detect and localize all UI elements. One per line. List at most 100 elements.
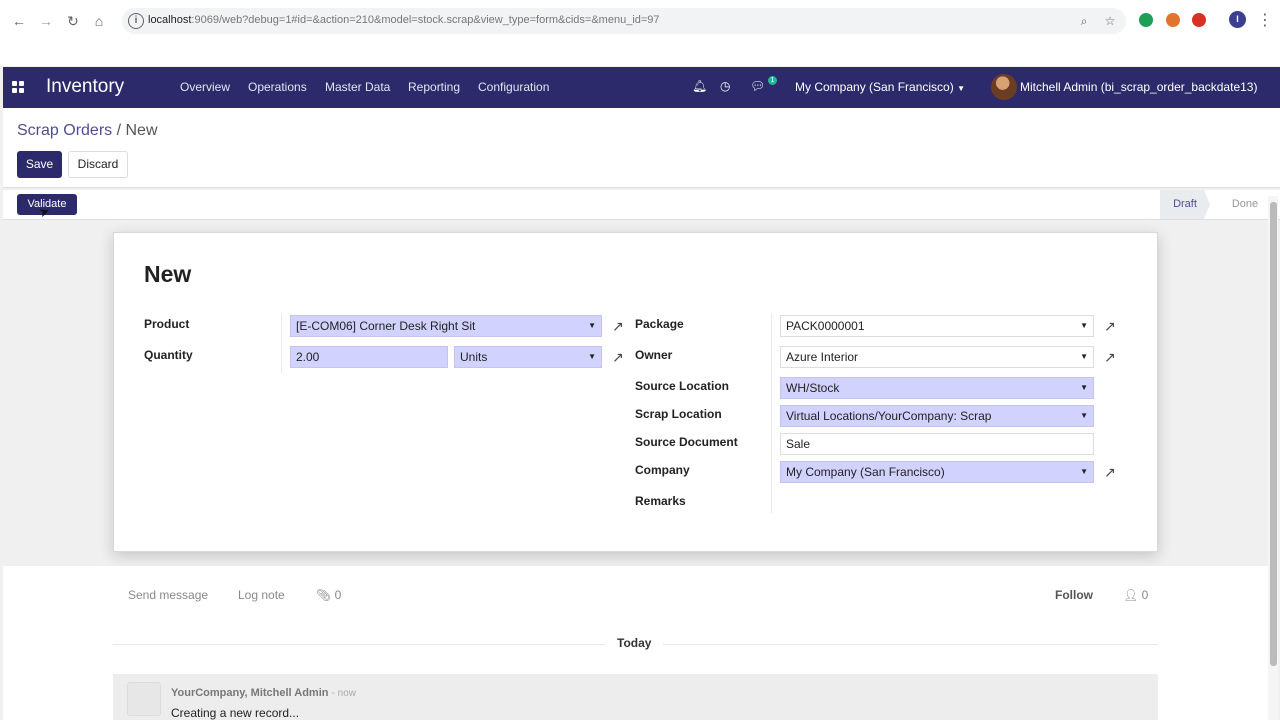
uom-select[interactable]: Units ▼ [454,346,602,368]
forward-arrow-icon[interactable]: → [37,12,55,30]
record-title: New [144,261,192,287]
remarks-input[interactable] [780,491,1094,513]
browser-menu-icon[interactable]: ⋮ [1256,12,1274,30]
chatter-message: YourCompany, Mitchell Admin - now Creati… [113,674,1158,720]
owner-select[interactable]: Azure Interior ▼ [780,346,1094,368]
stage-draft[interactable]: Draft [1160,190,1210,219]
bell-icon[interactable]: 🔔︎ [692,79,707,93]
menu-overview[interactable]: Overview [180,80,230,94]
package-value: PACK0000001 [786,319,865,333]
send-message-button[interactable]: Send message [128,588,208,602]
form-statusbar: Validate ➤ Draft Done [3,190,1280,220]
url-text: localhost:9069/web?debug=1#id=&action=21… [148,14,660,26]
breadcrumb-separator: / [112,122,126,139]
scrap-location-value: Virtual Locations/YourCompany: Scrap [786,409,992,423]
menu-master-data[interactable]: Master Data [325,80,390,94]
external-link-icon[interactable]: ↗ [612,349,630,365]
user-menu[interactable]: Mitchell Admin (bi_scrap_order_backdate1… [1020,80,1257,94]
reload-icon[interactable]: ↻ [64,12,82,30]
external-link-icon[interactable]: ↗ [1104,349,1122,365]
breadcrumb: Scrap Orders / New [17,122,158,140]
source-document-input[interactable]: Sale [780,433,1094,455]
followers-button[interactable]: 👤︎ 0 [1123,588,1148,602]
breadcrumb-scrap-orders[interactable]: Scrap Orders [17,122,112,139]
chevron-down-icon: ▼ [1080,321,1088,330]
paperclip-icon: 📎︎ [316,588,332,602]
chevron-down-icon: ▼ [588,321,596,330]
back-arrow-icon[interactable]: ← [10,12,28,30]
source-location-value: WH/Stock [786,381,840,395]
menu-operations[interactable]: Operations [248,80,307,94]
company-select[interactable]: My Company (San Francisco) ▼ [780,461,1094,483]
quantity-label: Quantity [144,348,193,362]
apps-menu-icon[interactable] [12,81,24,93]
extension-green-icon[interactable] [1139,13,1153,27]
source-location-select[interactable]: WH/Stock ▼ [780,377,1094,399]
form-sheet: New Product [E-COM06] Corner Desk Right … [113,232,1158,552]
main-navbar: Inventory Overview Operations Master Dat… [3,67,1280,108]
menu-reporting[interactable]: Reporting [408,80,460,94]
person-icon: 👤︎ [1123,588,1139,602]
chevron-down-icon: ▼ [1080,411,1088,420]
message-body: Creating a new record... [171,706,300,720]
package-select[interactable]: PACK0000001 ▼ [780,315,1094,337]
product-label: Product [144,317,190,331]
site-info-icon[interactable]: i [128,13,144,29]
quantity-input[interactable]: 2.00 [290,346,448,368]
stage-done[interactable]: Done [1225,190,1265,219]
date-divider-label: Today [605,636,664,650]
attachments-count: 0 [334,588,342,602]
extension-orange-icon[interactable] [1166,13,1180,27]
owner-value: Azure Interior [786,350,859,364]
external-link-icon[interactable]: ↗ [1104,318,1122,334]
scrollbar-thumb[interactable] [1270,202,1277,666]
chevron-down-icon: ▼ [588,352,596,361]
address-bar[interactable]: i localhost:9069/web?debug=1#id=&action=… [122,8,1126,34]
package-label: Package [635,317,684,331]
chevron-down-icon: ▼ [1080,352,1088,361]
source-document-label: Source Document [635,435,738,449]
chat-bubbles-icon[interactable]: 💬︎ [750,79,765,93]
control-panel: Scrap Orders / New Save Discard [3,108,1280,188]
bookmark-star-icon[interactable]: ☆ [1102,13,1118,29]
attachments-button[interactable]: 📎︎ 0 [316,588,341,602]
scrap-location-label: Scrap Location [635,407,722,421]
company-label: Company [635,463,690,477]
profile-avatar[interactable]: I [1229,11,1246,28]
profile-initial: I [1236,14,1239,24]
uom-value: Units [460,350,488,364]
product-select[interactable]: [E-COM06] Corner Desk Right Sit ▼ [290,315,602,337]
external-link-icon[interactable]: ↗ [612,318,630,334]
message-author-avatar[interactable] [127,682,161,716]
zoom-search-icon[interactable]: ⌕ [1076,13,1092,29]
source-location-label: Source Location [635,379,730,393]
chevron-down-icon: ▼ [1080,383,1088,392]
company-switcher[interactable]: My Company (San Francisco) ▼ [795,80,965,94]
scrap-location-select[interactable]: Virtual Locations/YourCompany: Scrap ▼ [780,405,1094,427]
chatter: Send message Log note 📎︎ 0 Follow 👤︎ 0 T… [3,566,1268,720]
home-icon[interactable]: ⌂ [90,12,108,30]
external-link-icon[interactable]: ↗ [1104,464,1122,480]
browser-toolbar: ← → ↻ ⌂ i localhost:9069/web?debug=1#id=… [0,0,1280,66]
app-brand[interactable]: Inventory [46,76,124,98]
log-note-button[interactable]: Log note [238,588,285,602]
extension-red-icon[interactable] [1192,13,1206,27]
remarks-label: Remarks [635,494,686,508]
activity-clock-icon[interactable]: ◷ [720,79,730,93]
company-value: My Company (San Francisco) [786,465,945,479]
message-author-name[interactable]: YourCompany, Mitchell Admin [171,687,328,699]
discard-button[interactable]: Discard [68,151,128,178]
chevron-down-icon: ▼ [1080,467,1088,476]
product-value: [E-COM06] Corner Desk Right Sit [296,319,476,333]
save-button[interactable]: Save [17,151,62,178]
user-avatar[interactable] [991,74,1017,100]
follow-button[interactable]: Follow [1055,588,1093,602]
chat-count-badge: 1 [768,76,777,85]
breadcrumb-current: New [125,122,158,139]
message-date: - now [331,688,356,699]
message-author: YourCompany, Mitchell Admin - now [171,687,356,699]
owner-label: Owner [635,348,673,362]
menu-configuration[interactable]: Configuration [478,80,549,94]
followers-count: 0 [1141,588,1149,602]
company-switcher-label: My Company (San Francisco) [795,80,954,94]
